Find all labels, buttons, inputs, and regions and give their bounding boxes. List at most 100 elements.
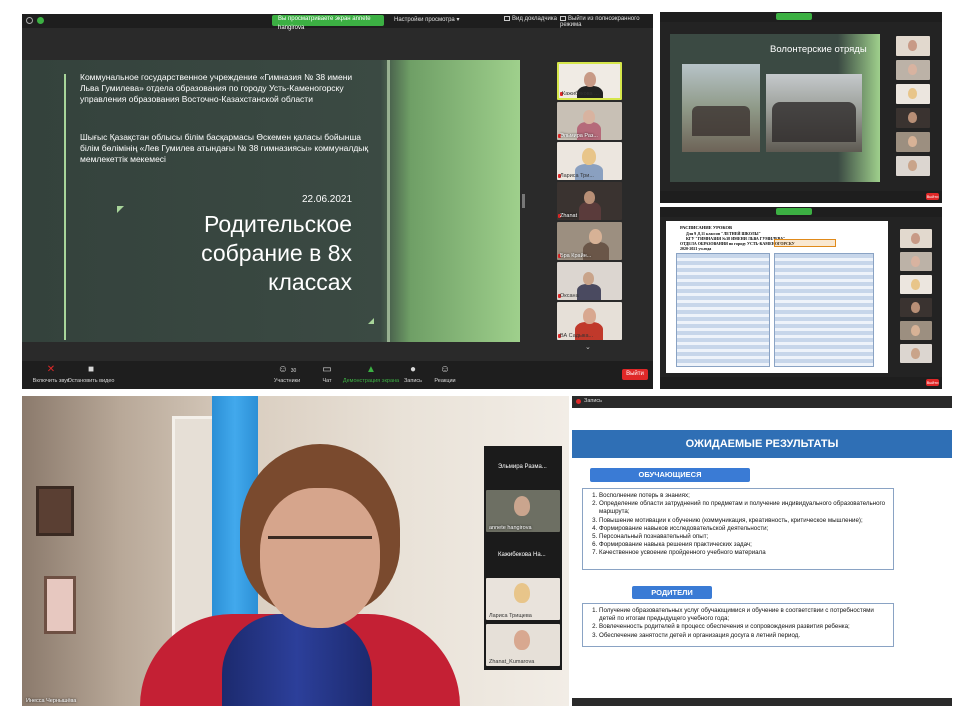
- recording-label: Запись: [584, 398, 603, 404]
- person-face: [583, 272, 594, 285]
- person-face: [908, 64, 917, 75]
- participant-tile[interactable]: Лариса Трищева: [486, 578, 560, 620]
- list-item: Персональный познавательный опыт;: [599, 533, 889, 541]
- participant-tile[interactable]: Zhanat_Kumarova: [486, 624, 560, 666]
- participant-name: Кажибекова ...: [562, 91, 599, 97]
- participant-tile[interactable]: [900, 275, 932, 294]
- top-bar: [660, 207, 942, 217]
- participant-tile[interactable]: Эльмира Раз...: [557, 102, 622, 140]
- split-handle[interactable]: [522, 194, 525, 208]
- person-face: [514, 583, 530, 603]
- person-face: [911, 325, 920, 336]
- participant-strip: Кажибекова ... Эльмира Раз... Лариса Три…: [557, 60, 623, 352]
- participant-tile[interactable]: Лариса Три...: [557, 142, 622, 180]
- shield-icon[interactable]: [37, 17, 44, 24]
- person-face: [589, 229, 602, 244]
- participant-name: Лариса Трищева: [489, 613, 532, 619]
- participant-tile[interactable]: [900, 252, 932, 271]
- slide-date: 22.06.2021: [302, 194, 353, 205]
- participant-tile[interactable]: [896, 84, 930, 104]
- fullscreen-icon: [560, 16, 566, 21]
- participant-tile[interactable]: ВА Садыка...: [557, 302, 622, 340]
- participant-tile[interactable]: [900, 229, 932, 248]
- person-face: [583, 308, 596, 324]
- info-icon[interactable]: [26, 17, 33, 24]
- participant-tile[interactable]: annete hangirova: [486, 490, 560, 532]
- participant-tile[interactable]: [896, 36, 930, 56]
- photo-people: [692, 106, 750, 136]
- zoom-window-schedule: РАСПИСАНИЕ УРОКОВ Для 9 ,8,11 классов "Л…: [660, 207, 942, 389]
- person-face: [908, 40, 917, 51]
- leave-button[interactable]: Выйти: [926, 193, 939, 200]
- slide-title: Родительское собрание в 8х классах: [201, 211, 352, 295]
- stop-video-label: Остановить видео: [67, 378, 115, 384]
- list-item: Повышение мотивации к обучению (коммуник…: [599, 517, 889, 525]
- slide-title: ОЖИДАЕМЫЕ РЕЗУЛЬТАТЫ: [685, 438, 839, 450]
- slide-title: Волонтерские отряды: [770, 44, 867, 55]
- participant-tile[interactable]: Бра Крайн...: [557, 222, 622, 260]
- recording-bar: Запись: [572, 396, 952, 408]
- chevron-down-icon: ▾: [456, 17, 460, 23]
- shared-document: РАСПИСАНИЕ УРОКОВ Для 9 ,8,11 классов "Л…: [666, 221, 888, 373]
- participant-tile[interactable]: [900, 344, 932, 363]
- reactions-button[interactable]: ☺ Реакции: [416, 364, 474, 384]
- sharing-banner: Вы просматриваете экран annete hangirova: [272, 15, 384, 31]
- meeting-toolbar: Выйти: [660, 377, 942, 389]
- slide-right-bar: [387, 60, 390, 342]
- participant-tile[interactable]: [896, 60, 930, 80]
- sharing-banner: [776, 208, 812, 215]
- list-item: Обеспечение занятости детей и организаци…: [599, 632, 889, 640]
- participant-tile[interactable]: [900, 321, 932, 340]
- participant-tile[interactable]: [896, 108, 930, 128]
- list-item: Вовлеченность родителей в процесс обеспе…: [599, 623, 889, 631]
- participant-name: Эльмира Раз...: [560, 133, 598, 139]
- person-face: [908, 136, 917, 147]
- exit-fullscreen-button[interactable]: Выйти из полноэкранного режима: [560, 16, 653, 28]
- record-icon: [576, 399, 581, 404]
- participant-tile[interactable]: [896, 156, 930, 176]
- volunteer-photo-left: [682, 64, 760, 152]
- participant-tile[interactable]: Оксана: [557, 262, 622, 300]
- participants-label: Участники: [273, 378, 301, 384]
- participant-tile[interactable]: Zhanat: [557, 182, 622, 220]
- zoom-window-volunteers: Волонтерские отряды Выйти: [660, 12, 942, 203]
- participant-tile[interactable]: [896, 132, 930, 152]
- smile-icon: ☺: [439, 364, 451, 375]
- participant-name: Лариса Три...: [560, 173, 594, 179]
- person-face: [908, 160, 917, 171]
- person-face: [514, 630, 530, 650]
- students-list: Восполнение потерь в знаниях; Определени…: [587, 492, 889, 558]
- chevron-down-icon[interactable]: ⌄: [585, 343, 591, 351]
- stop-video-button[interactable]: ■ Остановить видео: [62, 364, 120, 384]
- picture-frame: [36, 486, 74, 536]
- photo-people: [772, 102, 856, 142]
- glasses-icon: [268, 536, 372, 558]
- parents-list-box: Получение образовательных услуг обучающи…: [582, 603, 894, 647]
- zoom-window-results: Запись ОЖИДАЕМЫЕ РЕЗУЛЬТАТЫ ОБУЧАЮЩИЕСЯ …: [572, 396, 952, 706]
- participant-name-header: Эльмира Разма...: [498, 464, 547, 470]
- leave-button[interactable]: Выйти: [622, 369, 648, 380]
- person-face: [911, 302, 920, 313]
- slide-org-kz: Шығыс Қазақстан облысы білім басқармасы …: [80, 132, 369, 164]
- participant-tile[interactable]: [900, 298, 932, 317]
- leave-button[interactable]: Выйти: [926, 379, 939, 386]
- list-item: Формирование навыков исследовательской д…: [599, 525, 889, 533]
- reactions-label: Реакции: [434, 378, 456, 384]
- participant-strip: Эльмира Разма... annete hangirova Кажибе…: [484, 446, 562, 670]
- parents-label: РОДИТЕЛИ: [632, 586, 712, 599]
- view-settings-menu[interactable]: Настройки просмотра ▾: [394, 16, 459, 23]
- person-face: [911, 256, 920, 267]
- participant-strip: [900, 229, 934, 369]
- meeting-toolbar: ✕ Включить звук ■ Остановить видео ☺ 30 Уча…: [22, 361, 653, 389]
- volunteer-photo-right: [766, 74, 862, 152]
- slide-org-ru: Коммунальное государственное учреждение …: [80, 72, 353, 104]
- bottom-bar: [572, 698, 952, 706]
- students-label: ОБУЧАЮЩИЕСЯ: [590, 468, 750, 482]
- participant-name-header: Кажибекова На...: [498, 552, 546, 558]
- person-face: [911, 279, 920, 290]
- participant-tile[interactable]: Кажибекова ...: [557, 62, 622, 100]
- chat-label: Чат: [322, 378, 332, 384]
- schedule-table: [676, 253, 770, 367]
- slide-left-bar: [64, 74, 66, 340]
- dual-view-button[interactable]: Вид докладчика: [504, 16, 557, 22]
